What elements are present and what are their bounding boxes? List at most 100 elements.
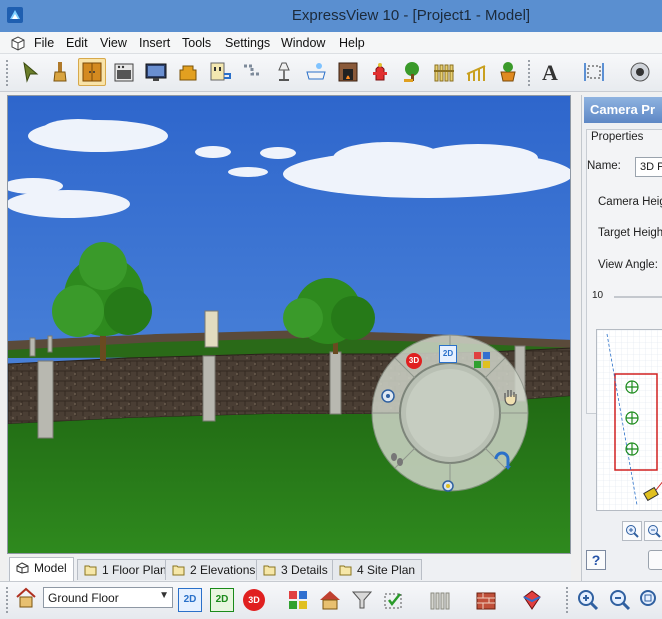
menu-file[interactable]: File	[34, 36, 54, 50]
planter-icon[interactable]	[494, 58, 522, 86]
2d-grid-label: 2D	[210, 588, 234, 612]
fireplace-icon[interactable]	[334, 58, 362, 86]
toolbar-grip[interactable]	[566, 587, 569, 613]
2d-label: 2D	[178, 588, 202, 612]
panel-header: Camera Pr	[584, 97, 662, 123]
zoom-out-icon	[648, 525, 661, 538]
zoom-in-button[interactable]	[622, 521, 642, 541]
2d-view-button[interactable]: 2D	[439, 345, 457, 363]
navigation-wheel[interactable]: 3D 2D	[370, 333, 530, 493]
target-height-label: Target Heigh	[598, 227, 662, 239]
view-angle-value: 10	[592, 290, 604, 301]
name-field[interactable]: 3D P	[635, 157, 662, 177]
menu-window[interactable]: Window	[281, 36, 325, 50]
toolbar-grip[interactable]	[6, 60, 9, 86]
panel-action-button[interactable]	[648, 550, 662, 570]
select-objects-icon[interactable]	[380, 586, 408, 614]
menu-help[interactable]: Help	[339, 36, 365, 50]
view-angle-label: View Angle:	[598, 259, 658, 271]
name-label: Name:	[587, 160, 621, 172]
toolbar-grip[interactable]	[6, 587, 9, 613]
plumbing-icon[interactable]	[238, 58, 266, 86]
menu-tools[interactable]: Tools	[182, 36, 211, 50]
menu-insert[interactable]: Insert	[139, 36, 170, 50]
2d-view-button[interactable]: 2D	[176, 586, 204, 614]
hydrant-icon[interactable]	[366, 58, 394, 86]
folder-icon	[84, 565, 97, 576]
house-floor-icon[interactable]	[12, 584, 40, 612]
camera-properties-panel: Camera Pr Properties Name: 3D P Camera H…	[581, 95, 662, 581]
tree-icon[interactable]	[398, 58, 426, 86]
zoom-out-icon[interactable]	[606, 586, 634, 614]
zoom-fit-icon[interactable]	[636, 586, 662, 614]
properties-title: Properties	[591, 131, 644, 143]
tab-label: Model	[34, 561, 67, 575]
look-icon[interactable]	[380, 388, 396, 404]
text-icon[interactable]: A	[536, 58, 564, 86]
document-icon[interactable]	[10, 35, 26, 51]
bottom-toolbar: Ground Floor ▼ 2D 2D 3D	[0, 581, 662, 619]
walk-icon[interactable]	[388, 451, 406, 469]
electrical-icon[interactable]	[206, 58, 234, 86]
filter-icon[interactable]	[348, 586, 376, 614]
menu-settings[interactable]: Settings	[225, 36, 270, 50]
paintbrush-icon[interactable]	[46, 58, 74, 86]
railing-icon[interactable]	[462, 58, 490, 86]
cabinet-icon[interactable]	[78, 58, 106, 86]
zoom-out-button[interactable]	[644, 521, 662, 541]
folder-icon	[339, 565, 352, 576]
lamp-icon[interactable]	[270, 58, 298, 86]
tab-label: 3 Details	[281, 563, 328, 577]
2d-grid-view-button[interactable]: 2D	[208, 586, 236, 614]
tab-label: 2 Elevations	[190, 563, 256, 577]
dimension-icon[interactable]	[580, 58, 608, 86]
3d-view-button[interactable]: 3D	[406, 353, 422, 369]
folder-icon	[263, 565, 276, 576]
tab-details[interactable]: 3 Details	[256, 559, 335, 580]
main-toolbar: A	[0, 54, 662, 92]
material-painter-icon[interactable]	[518, 586, 546, 614]
toolbar-grip[interactable]	[528, 60, 531, 86]
floor-select[interactable]: Ground Floor ▼	[43, 587, 173, 608]
title-bar: ExpressView 10 - [Project1 - Model]	[0, 0, 662, 32]
grid-icon[interactable]	[473, 351, 491, 369]
appliance-icon[interactable]	[110, 58, 138, 86]
brick-wall-icon[interactable]	[472, 586, 500, 614]
floor-select-value: Ground Floor	[48, 591, 119, 605]
tab-label: 4 Site Plan	[357, 563, 416, 577]
bath-icon[interactable]	[302, 58, 330, 86]
tv-icon[interactable]	[142, 58, 170, 86]
zoom-view-icon[interactable]	[440, 479, 458, 493]
armchair-icon[interactable]	[174, 58, 202, 86]
zoom-in-icon[interactable]	[574, 586, 602, 614]
3d-view-button[interactable]: 3D	[240, 586, 268, 614]
menu-edit[interactable]: Edit	[66, 36, 88, 50]
fence-tool-icon[interactable]	[426, 586, 454, 614]
folder-icon	[172, 565, 185, 576]
camera-height-label: Camera Heigh	[598, 196, 662, 208]
svg-text:A: A	[542, 60, 558, 84]
hand-pan-icon[interactable]	[502, 388, 518, 406]
3d-label: 3D	[243, 589, 265, 611]
layers-icon[interactable]	[284, 586, 312, 614]
fence-icon[interactable]	[430, 58, 458, 86]
select-arrow-icon[interactable]	[16, 58, 44, 86]
window-title: ExpressView 10 - [Project1 - Model]	[291, 7, 531, 24]
tab-label: 1 Floor Plan	[102, 563, 167, 577]
help-button[interactable]: ?	[586, 550, 606, 570]
menu-view[interactable]: View	[100, 36, 127, 50]
view-angle-slider[interactable]	[614, 296, 662, 298]
tab-floor-plan[interactable]: 1 Floor Plan	[77, 559, 174, 580]
model-cube-icon	[16, 562, 29, 574]
tab-model[interactable]: Model	[9, 557, 74, 581]
menu-bar: File Edit View Insert Tools Settings Win…	[0, 32, 662, 54]
tab-elevations[interactable]: 2 Elevations	[165, 559, 263, 580]
camera-preview-plan[interactable]	[596, 329, 662, 511]
camera-icon[interactable]	[626, 58, 654, 86]
tab-site-plan[interactable]: 4 Site Plan	[332, 559, 423, 580]
house-icon[interactable]	[316, 586, 344, 614]
view-tabs: Model 1 Floor Plan 2 Elevations 3 Detail…	[7, 557, 571, 581]
zoom-in-icon	[626, 525, 639, 538]
chevron-down-icon: ▼	[159, 590, 169, 601]
orbit-icon[interactable]	[492, 451, 512, 471]
